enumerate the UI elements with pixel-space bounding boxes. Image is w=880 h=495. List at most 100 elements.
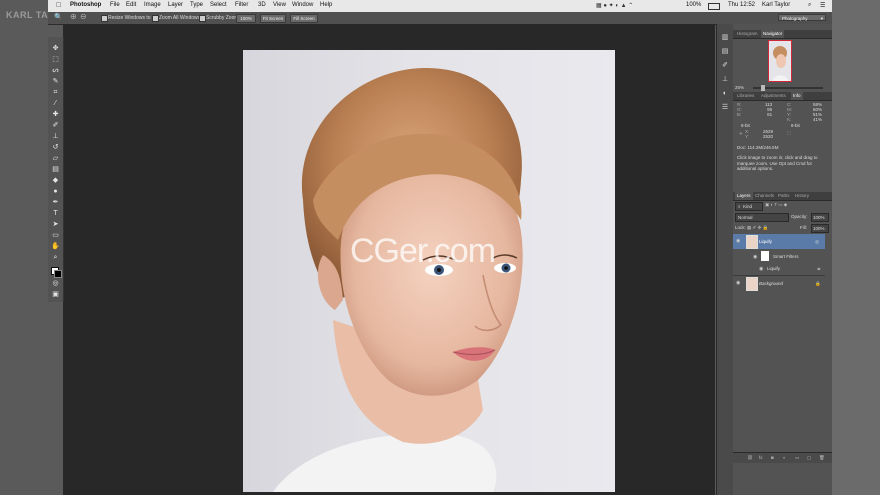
image-canvas[interactable] [243,50,615,492]
blend-mode-select[interactable]: Normal [735,213,789,222]
move-tool-icon[interactable]: ✥ [51,45,60,53]
menu-help[interactable]: Help [320,2,332,8]
tab-history[interactable]: History [793,192,811,200]
screen-mode-icon[interactable]: ▣ [51,291,60,299]
opacity-value: 100% [813,215,825,220]
menu-filter[interactable]: Filter [235,2,248,8]
lock-icons[interactable]: ▦ ✐ ✥ 🔒 [747,225,768,231]
brush-tool-icon[interactable]: ✐ [51,122,60,130]
opacity-label: Opacity: [791,214,808,219]
tab-navigator[interactable]: Navigator [761,30,785,38]
eye-icon[interactable]: ◉ [736,280,740,286]
navigator-zoom-value[interactable]: 25% [735,85,744,90]
fx-icon[interactable]: fx [759,455,763,460]
user-name[interactable]: Karl Taylor [762,2,790,8]
spotlight-icon[interactable]: ⌕ [808,2,811,9]
battery-icon[interactable] [708,3,720,10]
quick-mask-icon[interactable]: ◎ [51,280,60,288]
layer-thumbnail [746,235,758,249]
notification-icon[interactable]: ☰ [820,2,825,9]
resize-windows-checkbox[interactable] [101,15,108,22]
resize-windows-label: Resize Windows to Fit [108,15,158,21]
zoom-all-checkbox[interactable] [152,15,159,22]
marquee-tool-icon[interactable]: ⬚ [51,56,60,64]
scrubby-zoom-checkbox[interactable] [199,15,206,22]
tab-libraries[interactable]: Libraries [735,92,756,100]
zoom-out-icon[interactable]: ⊖ [80,12,87,21]
adjustment-layer-icon[interactable]: ◐ [783,455,786,460]
add-mask-icon[interactable]: ◙ [771,455,774,460]
tab-paths[interactable]: Paths [776,192,792,200]
shape-tool-icon[interactable]: ▭ [51,232,60,240]
pen-tool-icon[interactable]: ✒ [51,199,60,207]
adjustments-icon[interactable]: ◐ [721,90,729,98]
menu-app-name[interactable]: Photoshop [70,2,101,8]
healing-brush-tool-icon[interactable]: ✚ [51,111,60,119]
layer-row-liquify[interactable]: ◉ Liquify ◎ [733,234,825,249]
quick-select-tool-icon[interactable]: ✎ [51,78,60,86]
tab-info[interactable]: Info [791,92,803,100]
eye-icon[interactable]: ◉ [736,238,740,244]
menu-layer[interactable]: Layer [168,2,183,8]
zoom-in-icon[interactable]: ⊕ [70,12,77,21]
type-tool-icon[interactable]: T [51,210,60,218]
zoom-tool-icon[interactable]: 🔍 [54,13,63,21]
tab-adjustments[interactable]: Adjustments [759,92,788,100]
fit-screen-button[interactable]: Fit Screen [260,14,286,23]
menu-edit[interactable]: Edit [126,2,136,8]
properties-icon[interactable]: ☰ [721,104,729,112]
blur-tool-icon[interactable]: ◆ [51,177,60,185]
apple-icon[interactable]:  [56,2,61,9]
zoom-100-button[interactable]: 100% [236,14,256,23]
new-layer-icon[interactable]: ▢ [807,455,811,461]
trash-icon[interactable]: 🗑 [819,455,825,461]
eye-icon[interactable]: ◉ [759,266,763,272]
navigator-thumbnail[interactable] [768,40,792,82]
layer-row-background[interactable]: ◉ Background 🔒 [733,275,825,291]
opacity-field[interactable]: 100% [811,213,829,222]
eye-icon[interactable]: ◉ [753,254,757,260]
layer-row-liquify-filter[interactable]: ◉ Liquify ≑ [733,264,825,274]
menu-image[interactable]: Image [144,2,161,8]
hand-tool-icon[interactable]: ✋ [51,243,60,251]
layer-filter-icons[interactable]: ▣ ◐ T ▭ ◆ [765,202,787,208]
layer-filter-kind[interactable]: ⌕ Kind [735,202,763,211]
brush-presets-icon[interactable]: ✐ [721,62,729,70]
workspace-select[interactable]: Photography ▾ [778,14,826,21]
menu-type[interactable]: Type [190,2,203,8]
menu-file[interactable]: File [110,2,120,8]
menu-window[interactable]: Window [292,2,313,8]
gradient-tool-icon[interactable]: ▤ [51,166,60,174]
history-brush-tool-icon[interactable]: ↺ [51,144,60,152]
layer-row-smart-filters[interactable]: ◉ Smart Filters [733,250,825,263]
path-select-tool-icon[interactable]: ➤ [51,221,60,229]
navigator-icon[interactable]: ▤ [721,48,729,56]
histogram-icon[interactable]: ▥ [721,34,729,42]
clone-source-icon[interactable]: ⊥ [721,76,729,84]
dodge-tool-icon[interactable]: ● [51,188,60,196]
crop-tool-icon[interactable]: ⌗ [51,89,60,97]
eraser-tool-icon[interactable]: ▱ [51,155,60,163]
zoom-tool-icon[interactable]: ⌕ [51,254,60,262]
fill-field[interactable]: 100% [811,224,829,233]
lasso-tool-icon[interactable]: ᔕ [51,67,60,75]
tab-layers[interactable]: Layers [735,192,753,200]
menu-view[interactable]: View [273,2,286,8]
filter-options-icon[interactable]: ≑ [817,266,821,272]
layers-footer: ⛓ fx ◙ ◐ ▭ ▢ 🗑 [733,452,832,463]
fill-screen-button[interactable]: Fill Screen [290,14,318,23]
tab-histogram[interactable]: Histogram [735,30,760,38]
menu-select[interactable]: Select [210,2,227,8]
clock[interactable]: Thu 12:52 [728,2,755,8]
navigator-zoom-slider[interactable] [753,85,823,91]
navigator-zoom-handle[interactable] [761,85,765,91]
link-layers-icon[interactable]: ⛓ [747,455,753,461]
eyedropper-tool-icon[interactable]: ⁄ [51,100,60,108]
layer-name[interactable]: Background [759,281,783,286]
group-icon[interactable]: ▭ [795,455,799,461]
clone-stamp-tool-icon[interactable]: ⊥ [51,133,60,141]
menu-3d[interactable]: 3D [258,2,266,8]
background-color-swatch[interactable] [54,270,62,278]
layer-name[interactable]: Liquify [759,239,772,244]
tab-channels[interactable]: Channels [753,192,776,200]
